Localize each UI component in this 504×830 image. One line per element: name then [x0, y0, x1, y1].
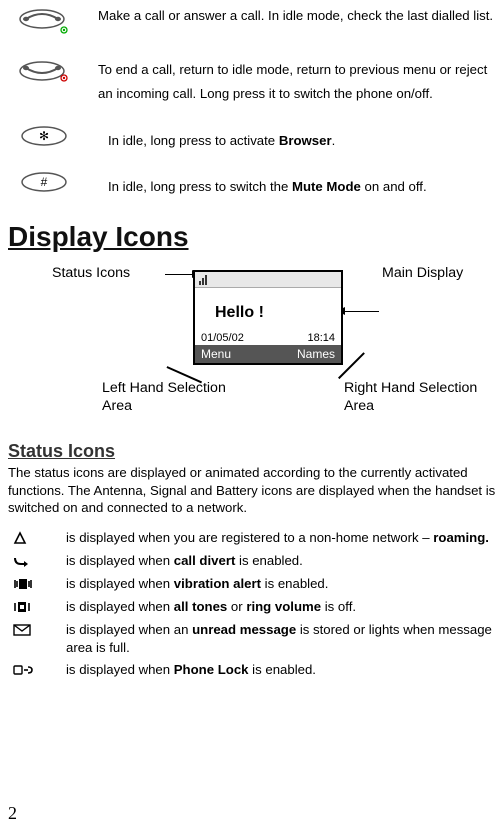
phone-lock-icon [8, 661, 66, 680]
page-number: 2 [8, 803, 17, 824]
phone-screen: Hello ! 01/05/02 18:14 Menu Names [193, 270, 343, 365]
status-text: is displayed when all tones or ring volu… [66, 598, 504, 616]
svg-text:✻: ✻ [39, 129, 49, 143]
hash-key-icon: # [8, 169, 98, 199]
key-functions: Make a call or answer a call. In idle mo… [8, 6, 504, 199]
svg-text:#: # [41, 175, 48, 189]
status-icons-heading: Status Icons [8, 441, 504, 462]
status-text: is displayed when Phone Lock is enabled. [66, 661, 504, 679]
end-key-icon [8, 58, 98, 94]
status-text: is displayed when you are registered to … [66, 529, 504, 547]
status-icons-table: is displayed when you are registered to … [8, 529, 504, 680]
status-item: is displayed when vibration alert is ena… [8, 575, 504, 594]
display-diagram: Status Icons Main Display Left Hand Sele… [8, 265, 500, 435]
status-icons-label: Status Icons [52, 265, 130, 283]
star-key-icon: ✻ [8, 123, 98, 153]
signal-icon [199, 273, 211, 285]
softkey-left: Menu [201, 347, 231, 361]
main-display-label: Main Display [382, 265, 463, 283]
status-item: is displayed when you are registered to … [8, 529, 504, 548]
softkey-right: Names [297, 347, 335, 361]
key-text: To end a call, return to idle mode, retu… [98, 58, 504, 107]
status-text: is displayed when an unread message is s… [66, 621, 504, 657]
phone-time: 18:14 [307, 332, 335, 344]
left-select-label: Left Hand Selection Area [102, 380, 232, 416]
key-text: Make a call or answer a call. In idle mo… [98, 6, 504, 26]
status-item: is displayed when call divert is enabled… [8, 552, 504, 571]
key-row: Make a call or answer a call. In idle mo… [8, 6, 504, 42]
status-item: is displayed when all tones or ring volu… [8, 598, 504, 617]
status-text: is displayed when vibration alert is ena… [66, 575, 504, 593]
key-row: # In idle, long press to switch the Mute… [8, 169, 504, 199]
key-row: ✻ In idle, long press to activate Browse… [8, 123, 504, 153]
call-divert-icon [8, 552, 66, 571]
phone-date-row: 01/05/02 18:14 [195, 332, 341, 345]
key-text: In idle, long press to activate Browser. [98, 123, 504, 151]
message-icon [8, 621, 66, 640]
roaming-icon [8, 529, 66, 548]
call-key-icon [8, 6, 98, 42]
status-item: is displayed when Phone Lock is enabled. [8, 661, 504, 680]
phone-statusbar [195, 272, 341, 288]
phone-softkey-row: Menu Names [195, 345, 341, 363]
key-text: In idle, long press to switch the Mute M… [98, 169, 504, 197]
status-icons-intro: The status icons are displayed or animat… [8, 464, 504, 517]
right-select-label: Right Hand Selection Area [344, 380, 504, 416]
display-icons-heading: Display Icons [8, 221, 504, 253]
phone-date: 01/05/02 [201, 332, 244, 344]
mute-icon [8, 598, 66, 617]
phone-main-area: Hello ! [195, 288, 341, 332]
key-row: To end a call, return to idle mode, retu… [8, 58, 504, 107]
vibration-icon [8, 575, 66, 594]
status-item: is displayed when an unread message is s… [8, 621, 504, 657]
status-text: is displayed when call divert is enabled… [66, 552, 504, 570]
